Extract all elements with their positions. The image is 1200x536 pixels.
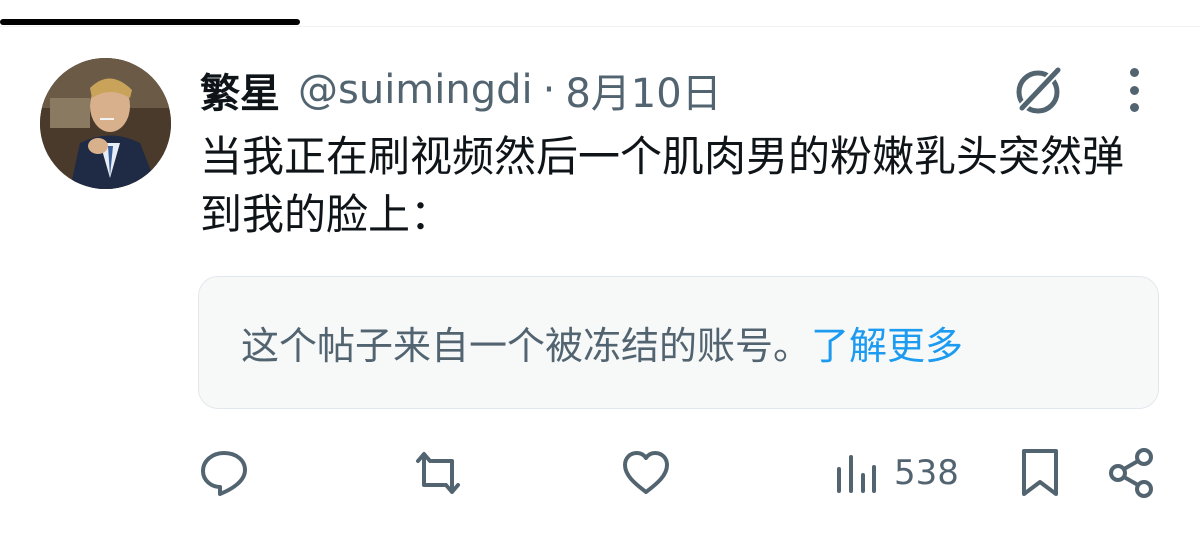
post-date[interactable]: 8月10日 (565, 61, 721, 119)
learn-more-link[interactable]: 了解更多 (811, 315, 963, 370)
more-dot (1129, 85, 1139, 95)
share-button[interactable] (1106, 445, 1158, 501)
author-name[interactable]: 繁星 (200, 61, 280, 119)
separator-dot: · (542, 67, 556, 113)
top-indicator-bar (0, 19, 300, 25)
divider (0, 26, 1200, 27)
avatar[interactable] (40, 58, 171, 189)
reply-button[interactable] (198, 445, 250, 501)
views-count: 538 (894, 453, 959, 493)
frozen-account-notice: 这个帖子来自一个被冻结的账号。 了解更多 (198, 276, 1159, 409)
bookmark-button[interactable] (1018, 445, 1062, 501)
grok-icon[interactable] (1010, 62, 1066, 118)
repost-button[interactable] (410, 445, 466, 501)
more-dot (1129, 68, 1139, 77)
like-button[interactable] (620, 445, 672, 501)
post-text: 当我正在刷视频然后一个肌肉男的粉嫩乳头突然弹到我的脸上： (200, 132, 1125, 239)
like-icon (623, 451, 669, 494)
more-dot (1129, 103, 1139, 112)
views-button[interactable]: 538 (834, 445, 959, 501)
reply-icon (201, 451, 247, 496)
author-handle[interactable]: @suimingdi (298, 67, 533, 113)
repost-icon (416, 452, 460, 494)
bookmark-icon (1022, 449, 1058, 496)
share-icon (1109, 448, 1153, 498)
views-icon (837, 455, 876, 493)
post-header: 繁星 @suimingdi · 8月10日 (200, 60, 722, 120)
more-icon[interactable] (1118, 66, 1150, 114)
notice-message: 这个帖子来自一个被冻结的账号。 (241, 324, 812, 368)
